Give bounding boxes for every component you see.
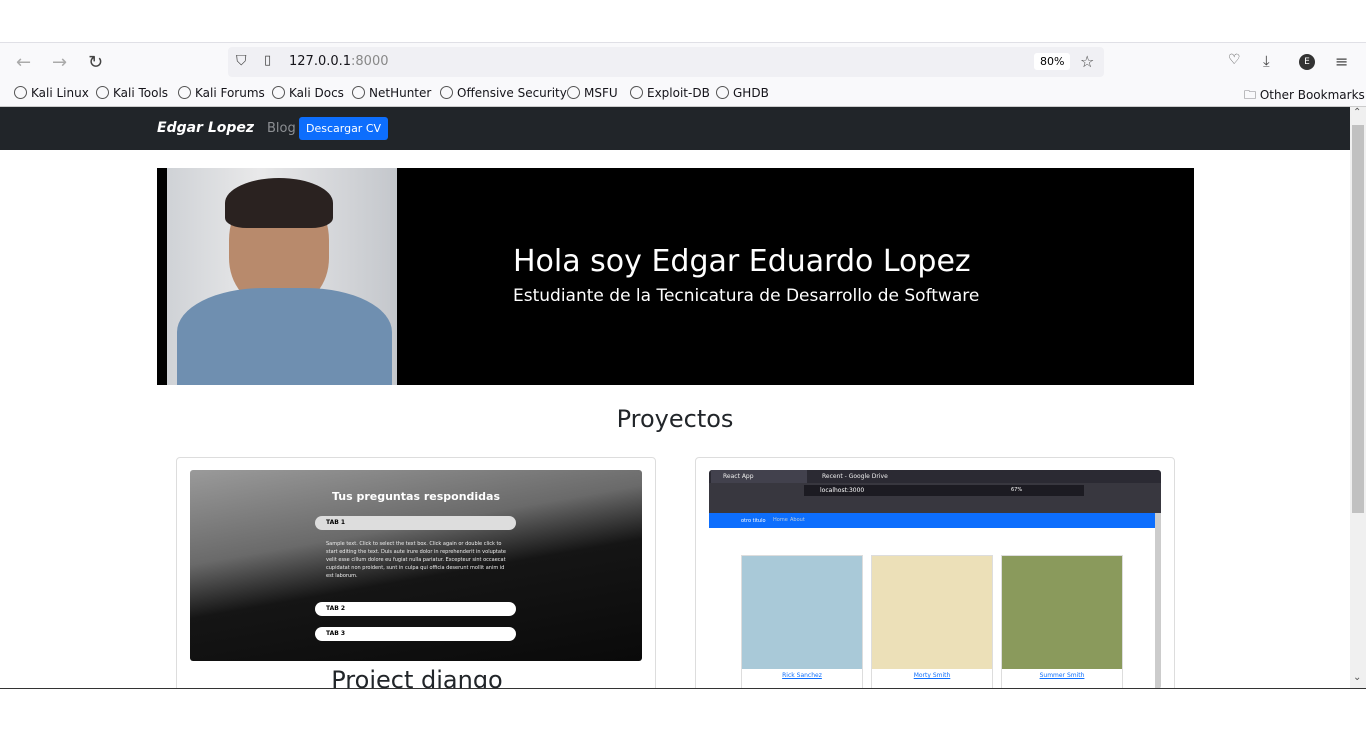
shot-tab: TAB 2	[315, 602, 516, 616]
scroll-up-icon[interactable]: ⌃	[1353, 107, 1361, 118]
projects-heading: Proyectos	[616, 405, 734, 433]
site-navbar: Edgar Lopez Blog Descargar CV	[0, 107, 1350, 150]
download-icon[interactable]: ⤓	[1263, 52, 1270, 70]
globe-icon	[352, 86, 365, 99]
other-bookmarks[interactable]: 🗀 Other Bookmarks	[1244, 86, 1365, 107]
bookmark-label: MSFU	[584, 86, 618, 100]
globe-icon	[440, 86, 453, 99]
project-screenshot: Tus preguntas respondidas TAB 1 Sample t…	[190, 470, 642, 661]
project-card[interactable]: Tus preguntas respondidas TAB 1 Sample t…	[176, 457, 656, 688]
bookmark-label: GHDB	[733, 86, 769, 100]
page-icon: ▯	[264, 53, 272, 68]
character-card: Rick Sanchez	[741, 555, 863, 688]
shot-tab: TAB 1	[315, 516, 516, 530]
globe-icon	[567, 86, 580, 99]
shot-zoom: 67%	[1011, 487, 1023, 493]
bookmark-label: Kali Forums	[195, 86, 265, 100]
browser-toolbar: ← → ↻ ⛉ ▯ 127.0.0.1:8000 80% ☆ ♡ ⤓ E ≡	[0, 42, 1366, 80]
shot-tab: TAB 3	[315, 627, 516, 641]
download-cv-button[interactable]: Descargar CV	[299, 117, 389, 140]
character-link: Summer Smith	[1039, 672, 1085, 679]
scroll-down-icon[interactable]: ⌄	[1353, 672, 1361, 683]
bookmark[interactable]: Kali Docs	[272, 86, 344, 100]
pocket-icon[interactable]: ♡	[1228, 52, 1241, 68]
bookmarks-bar: Kali Linux Kali Tools Kali Forums Kali D…	[0, 80, 1366, 107]
shot-url: localhost:3000	[820, 487, 865, 494]
menu-icon[interactable]: ≡	[1335, 52, 1348, 71]
project-title: Project django	[331, 666, 503, 688]
globe-icon	[178, 86, 191, 99]
window-border	[0, 688, 1366, 689]
bookmark[interactable]: Offensive Security	[440, 86, 567, 100]
back-icon[interactable]: ←	[16, 52, 31, 73]
shot-tab: React App	[711, 470, 807, 483]
bookmark[interactable]: MSFU	[567, 86, 618, 100]
url-bar[interactable]: ⛉ ▯ 127.0.0.1:8000 80% ☆	[228, 47, 1104, 77]
hero-banner: Hola soy Edgar Eduardo Lopez Estudiante …	[157, 168, 1194, 385]
bookmark[interactable]: Kali Tools	[96, 86, 168, 100]
character-card: Morty Smith	[871, 555, 993, 688]
forward-icon[interactable]: →	[52, 52, 67, 73]
globe-icon	[96, 86, 109, 99]
hero-title: Hola soy Edgar Eduardo Lopez	[513, 244, 971, 279]
brand-link[interactable]: Edgar Lopez	[157, 120, 254, 136]
profile-photo	[167, 168, 397, 385]
bookmark[interactable]: GHDB	[716, 86, 769, 100]
other-bookmarks-label: Other Bookmarks	[1259, 88, 1365, 102]
zoom-level[interactable]: 80%	[1034, 53, 1071, 70]
blog-link[interactable]: Blog	[267, 121, 296, 136]
globe-icon	[716, 86, 729, 99]
globe-icon	[14, 86, 27, 99]
character-link: Rick Sanchez	[782, 672, 822, 679]
shot-heading: Tus preguntas respondidas	[331, 490, 501, 503]
shot-text: Sample text. Click to select the text bo…	[326, 541, 506, 579]
bookmark-label: NetHunter	[369, 86, 432, 100]
shot-nav-title: otro titulo	[741, 518, 766, 524]
scrollbar-thumb[interactable]	[1352, 125, 1364, 513]
bookmark-label: Offensive Security	[457, 86, 567, 100]
bookmark-label: Kali Tools	[113, 86, 169, 100]
folder-icon: 🗀	[1244, 88, 1257, 102]
character-link: Morty Smith	[913, 672, 951, 679]
shield-icon: ⛉	[236, 53, 247, 69]
project-card[interactable]: React App Recent - Google Drive localhos…	[695, 457, 1175, 688]
bookmark[interactable]: Exploit-DB	[630, 86, 710, 100]
page-scrollbar[interactable]: ⌃ ⌄	[1350, 107, 1366, 688]
star-icon[interactable]: ☆	[1080, 52, 1094, 71]
bookmark[interactable]: Kali Forums	[178, 86, 265, 100]
page-viewport: Edgar Lopez Blog Descargar CV Hola soy E…	[0, 107, 1350, 688]
hero-subtitle: Estudiante de la Tecnicatura de Desarrol…	[513, 286, 980, 306]
bookmark-label: Exploit-DB	[647, 86, 710, 100]
bookmark[interactable]: NetHunter	[352, 86, 431, 100]
bookmark-label: Kali Linux	[31, 86, 89, 100]
shot-nav-link: About	[790, 517, 805, 523]
globe-icon	[272, 86, 285, 99]
shot-tab: Recent - Google Drive	[822, 473, 888, 480]
globe-icon	[630, 86, 643, 99]
shot-nav-link: Home	[773, 517, 788, 523]
project-screenshot: React App Recent - Google Drive localhos…	[709, 470, 1161, 688]
profile-avatar[interactable]: E	[1299, 54, 1315, 70]
character-card: Summer Smith	[1001, 555, 1123, 688]
url-text[interactable]: 127.0.0.1:8000	[289, 54, 389, 69]
bookmark[interactable]: Kali Linux	[14, 86, 89, 100]
bookmark-label: Kali Docs	[289, 86, 344, 100]
reload-icon[interactable]: ↻	[88, 52, 103, 73]
